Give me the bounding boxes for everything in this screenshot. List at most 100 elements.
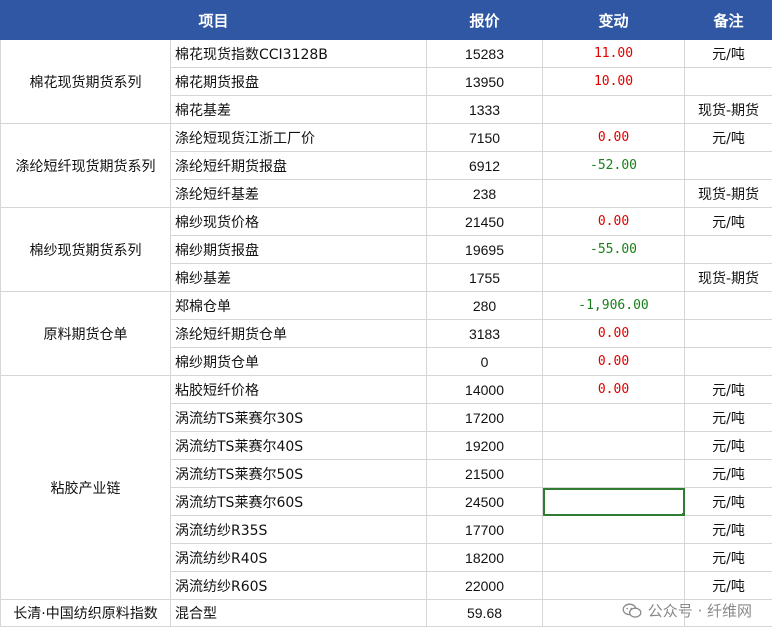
footer-label-cell[interactable]: 长清·中国纺织原料指数 xyxy=(0,599,171,627)
note-cell[interactable]: 元/吨 xyxy=(684,487,772,516)
footer-item-cell[interactable]: 混合型 xyxy=(169,599,428,627)
note-cell[interactable]: 元/吨 xyxy=(684,123,772,152)
note-cell[interactable] xyxy=(684,151,772,180)
note-cell[interactable] xyxy=(684,291,772,320)
note-cell[interactable]: 元/吨 xyxy=(684,571,772,600)
price-cell[interactable]: 13950 xyxy=(426,67,544,96)
item-cell[interactable]: 棉纱期货报盘 xyxy=(169,235,428,264)
change-cell[interactable] xyxy=(542,263,686,292)
change-cell[interactable] xyxy=(542,487,686,516)
note-cell[interactable]: 元/吨 xyxy=(684,207,772,236)
change-cell[interactable] xyxy=(542,431,686,460)
watermark-text: 公众号 · 纤维网 xyxy=(647,602,752,620)
note-cell[interactable]: 元/吨 xyxy=(684,375,772,404)
table-row: 棉花现货期货系列 棉花现货指数CCI3128B 15283 11.00 元/吨 xyxy=(0,39,772,124)
price-cell[interactable]: 15283 xyxy=(426,39,544,68)
group-name-cell[interactable]: 棉纱现货期货系列 xyxy=(0,207,171,292)
note-cell[interactable]: 现货-期货 xyxy=(684,179,772,208)
footer-price-cell[interactable]: 59.68 xyxy=(426,599,544,627)
item-cell[interactable]: 涡流纺TS莱赛尔50S xyxy=(169,459,428,488)
change-cell[interactable] xyxy=(542,515,686,544)
note-cell[interactable]: 元/吨 xyxy=(684,459,772,488)
header-note[interactable]: 备注 xyxy=(684,0,772,40)
change-cell[interactable]: 10.00 xyxy=(542,67,686,96)
change-cell[interactable]: 0.00 xyxy=(542,319,686,348)
table-row: 棉纱现货期货系列 棉纱现货价格 21450 0.00 元/吨 xyxy=(0,207,772,292)
change-cell[interactable] xyxy=(542,543,686,572)
item-cell[interactable]: 棉花现货指数CCI3128B xyxy=(169,39,428,68)
item-cell[interactable]: 涡流纺TS莱赛尔60S xyxy=(169,487,428,516)
price-cell[interactable]: 17200 xyxy=(426,403,544,432)
price-cell[interactable]: 22000 xyxy=(426,571,544,600)
change-cell[interactable]: 0.00 xyxy=(542,375,686,404)
item-cell[interactable]: 涤纶短纤期货报盘 xyxy=(169,151,428,180)
item-cell[interactable]: 涤纶短纤基差 xyxy=(169,179,428,208)
note-cell[interactable]: 现货-期货 xyxy=(684,263,772,292)
note-cell[interactable] xyxy=(684,319,772,348)
price-cell[interactable]: 3183 xyxy=(426,319,544,348)
price-cell[interactable]: 6912 xyxy=(426,151,544,180)
item-cell[interactable]: 涡流纺TS莱赛尔40S xyxy=(169,431,428,460)
group-name-cell[interactable]: 涤纶短纤现货期货系列 xyxy=(0,123,171,208)
item-cell[interactable]: 棉花期货报盘 xyxy=(169,67,428,96)
price-table: 项目 报价 变动 备注 棉花现货期货系列 棉花现货指数CCI3128B 15283 1… xyxy=(0,0,772,627)
table-row: 粘胶产业链 粘胶短纤价格 14000 0.00 元/吨 xyxy=(0,375,772,600)
item-cell[interactable]: 涡流纺纱R60S xyxy=(169,571,428,600)
change-cell[interactable]: 0.00 xyxy=(542,123,686,152)
price-cell[interactable]: 280 xyxy=(426,291,544,320)
note-cell[interactable]: 现货-期货 xyxy=(684,95,772,124)
change-cell[interactable]: -52.00 xyxy=(542,151,686,180)
change-cell[interactable] xyxy=(542,403,686,432)
change-cell[interactable]: 11.00 xyxy=(542,39,686,68)
change-cell[interactable]: -55.00 xyxy=(542,235,686,264)
item-cell[interactable]: 棉纱基差 xyxy=(169,263,428,292)
item-cell[interactable]: 棉纱期货仓单 xyxy=(169,347,428,376)
group-name-cell[interactable]: 棉花现货期货系列 xyxy=(0,39,171,124)
watermark: 公众号 · 纤维网 xyxy=(622,600,752,621)
price-cell[interactable]: 19200 xyxy=(426,431,544,460)
price-cell[interactable]: 0 xyxy=(426,347,544,376)
item-cell[interactable]: 郑棉仓单 xyxy=(169,291,428,320)
header-change[interactable]: 变动 xyxy=(542,0,686,40)
price-cell[interactable]: 21450 xyxy=(426,207,544,236)
price-cell[interactable]: 18200 xyxy=(426,543,544,572)
note-cell[interactable] xyxy=(684,235,772,264)
header-price[interactable]: 报价 xyxy=(426,0,544,40)
price-cell[interactable]: 21500 xyxy=(426,459,544,488)
change-cell[interactable]: 0.00 xyxy=(542,347,686,376)
change-cell[interactable] xyxy=(542,571,686,600)
price-cell[interactable]: 7150 xyxy=(426,123,544,152)
change-cell[interactable] xyxy=(542,179,686,208)
item-cell[interactable]: 涡流纺纱R35S xyxy=(169,515,428,544)
header-item[interactable]: 项目 xyxy=(0,0,428,40)
note-cell[interactable]: 元/吨 xyxy=(684,515,772,544)
change-cell[interactable]: 0.00 xyxy=(542,207,686,236)
item-cell[interactable]: 棉纱现货价格 xyxy=(169,207,428,236)
price-cell[interactable]: 1333 xyxy=(426,95,544,124)
price-cell[interactable]: 1755 xyxy=(426,263,544,292)
price-cell[interactable]: 14000 xyxy=(426,375,544,404)
item-cell[interactable]: 涡流纺TS莱赛尔30S xyxy=(169,403,428,432)
note-cell[interactable]: 元/吨 xyxy=(684,403,772,432)
note-cell[interactable] xyxy=(684,347,772,376)
change-cell[interactable] xyxy=(542,459,686,488)
price-cell[interactable]: 24500 xyxy=(426,487,544,516)
change-cell[interactable]: -1,906.00 xyxy=(542,291,686,320)
item-cell[interactable]: 粘胶短纤价格 xyxy=(169,375,428,404)
item-cell[interactable]: 涤纶短现货江浙工厂价 xyxy=(169,123,428,152)
group-name-cell[interactable]: 原料期货仓单 xyxy=(0,291,171,376)
item-cell[interactable]: 涤纶短纤期货仓单 xyxy=(169,319,428,348)
note-cell[interactable] xyxy=(684,67,772,96)
note-cell[interactable]: 元/吨 xyxy=(684,431,772,460)
price-cell[interactable]: 238 xyxy=(426,179,544,208)
note-cell[interactable]: 元/吨 xyxy=(684,543,772,572)
note-cell[interactable]: 元/吨 xyxy=(684,39,772,68)
price-cell[interactable]: 17700 xyxy=(426,515,544,544)
change-cell[interactable] xyxy=(542,95,686,124)
table-row: 涤纶短纤现货期货系列 涤纶短现货江浙工厂价 7150 0.00 元/吨 xyxy=(0,123,772,208)
group-name-cell[interactable]: 粘胶产业链 xyxy=(0,375,171,600)
table-row: 原料期货仓单 郑棉仓单 280 -1,906.00 xyxy=(0,291,772,376)
price-cell[interactable]: 19695 xyxy=(426,235,544,264)
item-cell[interactable]: 棉花基差 xyxy=(169,95,428,124)
item-cell[interactable]: 涡流纺纱R40S xyxy=(169,543,428,572)
